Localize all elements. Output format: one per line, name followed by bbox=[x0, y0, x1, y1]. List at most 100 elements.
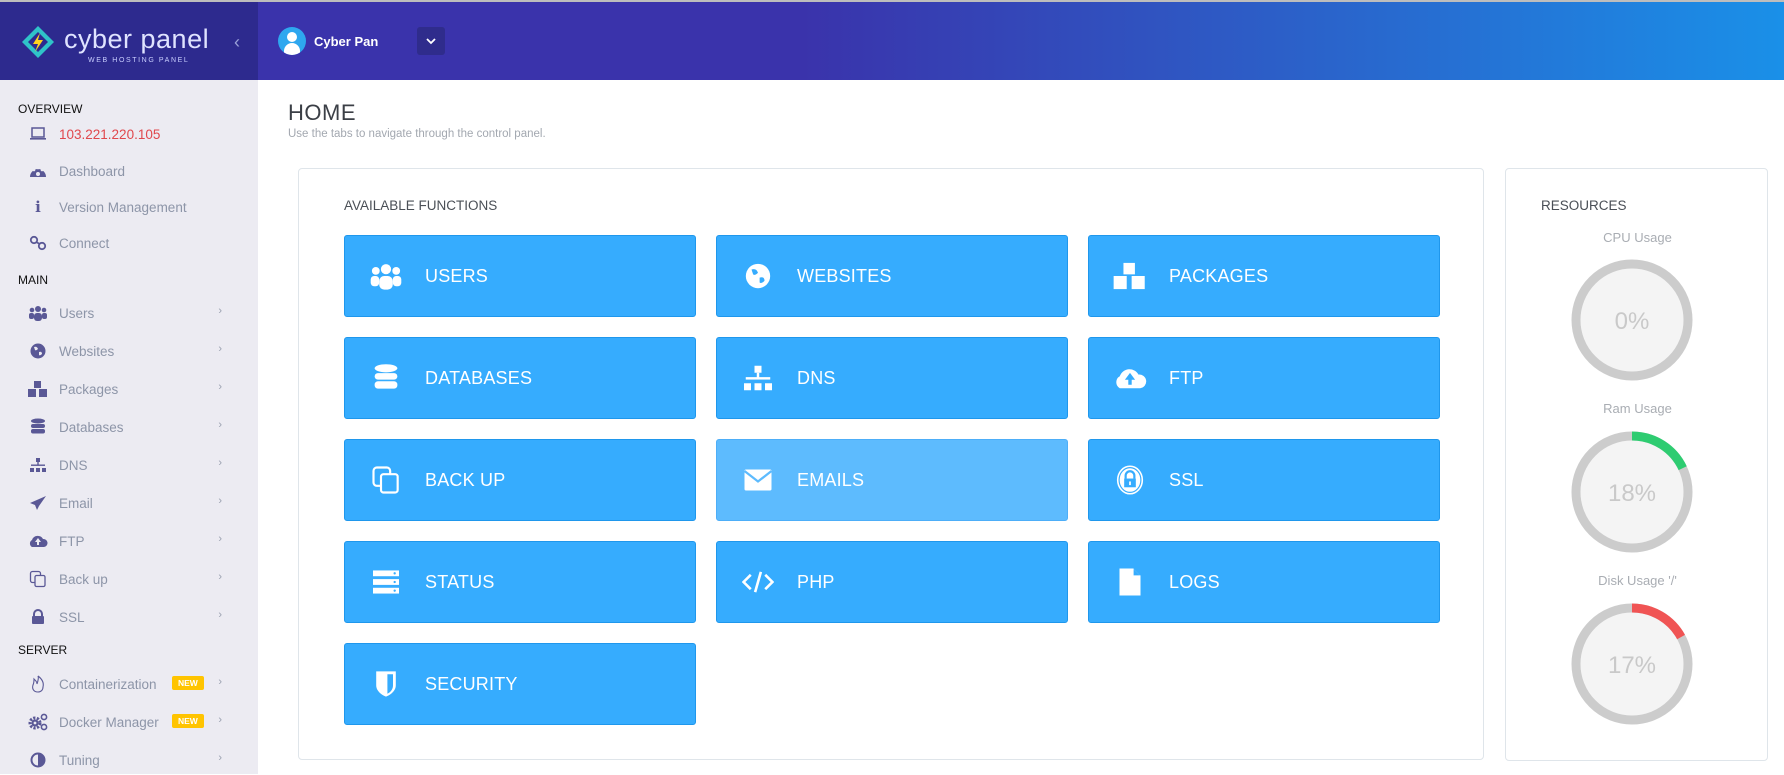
tile-label: PACKAGES bbox=[1169, 265, 1269, 286]
dashboard-icon bbox=[26, 161, 50, 181]
tile-logs[interactable]: LOGS bbox=[1088, 541, 1440, 623]
sidebar-item-connect[interactable]: Connect bbox=[26, 228, 236, 258]
ram-usage-gauge: 18% bbox=[1571, 431, 1693, 553]
tile-php[interactable]: PHP bbox=[716, 541, 1068, 623]
sidebar-item-version-management[interactable]: i Version Management bbox=[26, 192, 236, 222]
user-name: Cyber Pan bbox=[314, 33, 379, 49]
chevron-right-icon: › bbox=[218, 305, 222, 317]
chevron-right-icon: › bbox=[218, 752, 222, 764]
sidebar-item-label: FTP bbox=[59, 533, 85, 549]
info-icon: i bbox=[35, 198, 41, 216]
gauge-label: CPU Usage bbox=[1603, 230, 1672, 245]
file-icon bbox=[1111, 565, 1149, 599]
sidebar: OVERVIEW 103.221.220.105 Dashboard i Ver… bbox=[0, 80, 258, 774]
paper-plane-icon bbox=[26, 493, 50, 513]
tile-label: DNS bbox=[797, 367, 836, 388]
sitemap-icon bbox=[739, 361, 777, 395]
sidebar-collapse-button[interactable]: ‹ bbox=[228, 30, 246, 54]
sidebar-section-main: MAIN bbox=[18, 273, 48, 287]
page-subtitle: Use the tabs to navigate through the con… bbox=[288, 128, 546, 140]
database-icon bbox=[26, 417, 50, 437]
gauge-label: Disk Usage '/' bbox=[1598, 573, 1677, 588]
users-icon bbox=[26, 303, 50, 323]
user-dropdown-button[interactable] bbox=[417, 27, 445, 55]
tile-status[interactable]: STATUS bbox=[344, 541, 696, 623]
globe-icon bbox=[739, 259, 777, 293]
sidebar-item-label: Connect bbox=[59, 235, 110, 251]
lock-icon bbox=[1111, 463, 1149, 497]
sidebar-item-ssl[interactable]: SSL › bbox=[26, 602, 236, 632]
user-icon-head bbox=[287, 32, 297, 42]
sidebar-item-packages[interactable]: Packages › bbox=[26, 374, 236, 404]
chevron-right-icon: › bbox=[218, 495, 222, 507]
cyberpanel-logo-icon bbox=[22, 26, 54, 58]
cubes-icon bbox=[26, 379, 50, 399]
cpu-usage-gauge: 0% bbox=[1571, 259, 1693, 381]
tile-users[interactable]: USERS bbox=[344, 235, 696, 317]
shield-icon bbox=[367, 667, 405, 701]
tile-ssl[interactable]: SSL bbox=[1088, 439, 1440, 521]
sidebar-item-label: Containerization bbox=[59, 676, 157, 692]
copy-icon bbox=[367, 463, 405, 497]
sidebar-item-backup[interactable]: Back up › bbox=[26, 564, 236, 594]
gauge-value-text: 18% bbox=[1608, 480, 1656, 507]
new-badge: NEW bbox=[172, 676, 204, 690]
tile-label: SSL bbox=[1169, 469, 1204, 490]
tile-security[interactable]: SECURITY bbox=[344, 643, 696, 725]
chevron-right-icon: › bbox=[218, 419, 222, 431]
lock-icon bbox=[26, 607, 50, 627]
sidebar-item-docker-manager[interactable]: Docker Manager NEW › bbox=[26, 707, 236, 737]
tile-backup[interactable]: BACK UP bbox=[344, 439, 696, 521]
chevron-right-icon: › bbox=[218, 457, 222, 469]
chevron-left-icon: ‹ bbox=[234, 32, 240, 52]
tile-websites[interactable]: WEBSITES bbox=[716, 235, 1068, 317]
sidebar-item-users[interactable]: Users › bbox=[26, 298, 236, 328]
chevron-right-icon: › bbox=[218, 676, 222, 688]
users-icon bbox=[367, 259, 405, 293]
tile-ftp[interactable]: FTP bbox=[1088, 337, 1440, 419]
sidebar-item-email[interactable]: Email › bbox=[26, 488, 236, 518]
resources-title: RESOURCES bbox=[1541, 198, 1627, 213]
tile-label: PHP bbox=[797, 571, 835, 592]
sidebar-item-label: Tuning bbox=[59, 752, 100, 768]
avatar bbox=[278, 27, 306, 55]
tile-databases[interactable]: DATABASES bbox=[344, 337, 696, 419]
sidebar-item-databases[interactable]: Databases › bbox=[26, 412, 236, 442]
sidebar-item-label: Databases bbox=[59, 419, 124, 435]
tile-packages[interactable]: PACKAGES bbox=[1088, 235, 1440, 317]
tile-emails[interactable]: EMAILS bbox=[716, 439, 1068, 521]
available-functions-title: AVAILABLE FUNCTIONS bbox=[344, 198, 498, 213]
tile-label: WEBSITES bbox=[797, 265, 892, 286]
tile-label: FTP bbox=[1169, 367, 1204, 388]
tile-label: USERS bbox=[425, 265, 489, 286]
tile-label: STATUS bbox=[425, 571, 495, 592]
sidebar-item-tuning[interactable]: Tuning › bbox=[26, 745, 236, 775]
link-icon bbox=[26, 233, 50, 253]
brand-area: cyber panel WEB HOSTING PANEL ‹ bbox=[0, 2, 258, 80]
page-title: HOME bbox=[288, 100, 356, 125]
cubes-icon bbox=[1111, 259, 1149, 293]
adjust-icon bbox=[26, 750, 50, 770]
chevron-right-icon: › bbox=[218, 714, 222, 726]
sitemap-icon bbox=[26, 455, 50, 475]
sidebar-item-label: Email bbox=[59, 495, 93, 511]
laptop-icon bbox=[26, 124, 50, 144]
tile-label: LOGS bbox=[1169, 571, 1220, 592]
gauge-label: Ram Usage bbox=[1603, 401, 1672, 416]
sidebar-item-websites[interactable]: Websites › bbox=[26, 336, 236, 366]
user-menu[interactable]: Cyber Pan bbox=[278, 26, 378, 56]
sidebar-item-ftp[interactable]: FTP › bbox=[26, 526, 236, 556]
chevron-right-icon: › bbox=[218, 343, 222, 355]
cloud-upload-icon bbox=[1111, 361, 1149, 395]
sidebar-item-server-ip[interactable]: 103.221.220.105 bbox=[26, 119, 236, 149]
sidebar-section-overview: OVERVIEW bbox=[18, 102, 83, 116]
tile-dns[interactable]: DNS bbox=[716, 337, 1068, 419]
sidebar-item-containerization[interactable]: Containerization NEW › bbox=[26, 669, 236, 699]
chevron-right-icon: › bbox=[218, 571, 222, 583]
sidebar-item-dns[interactable]: DNS › bbox=[26, 450, 236, 480]
tile-label: BACK UP bbox=[425, 469, 506, 490]
sidebar-item-label: Users bbox=[59, 305, 95, 321]
chevron-right-icon: › bbox=[218, 533, 222, 545]
cloud-upload-icon bbox=[26, 531, 50, 551]
sidebar-item-dashboard[interactable]: Dashboard bbox=[26, 156, 236, 186]
